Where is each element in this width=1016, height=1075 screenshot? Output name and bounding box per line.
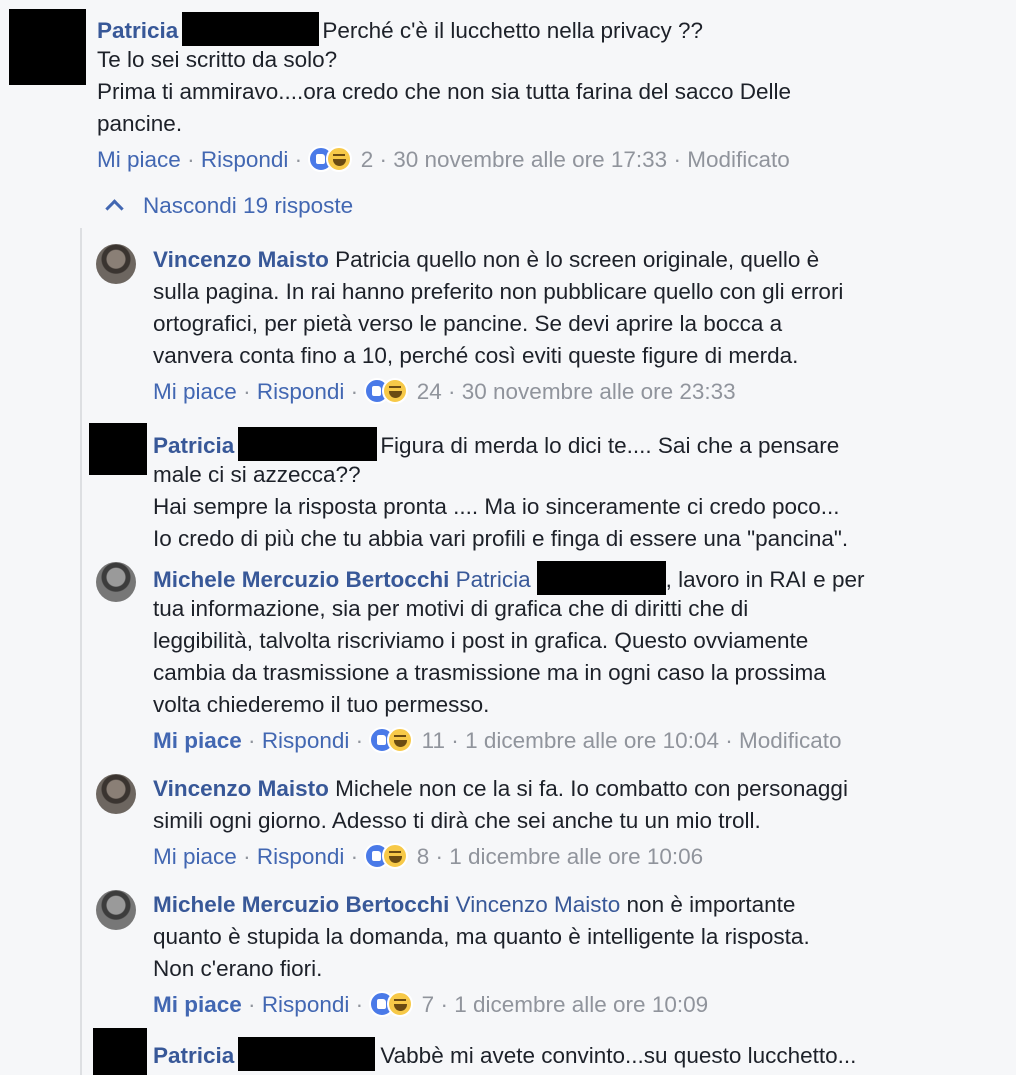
timestamp[interactable]: 1 dicembre alle ore 10:04 bbox=[465, 728, 719, 753]
haha-reaction-icon bbox=[387, 727, 414, 753]
comment-line-4: pancine. bbox=[97, 111, 183, 136]
comment-line-3: Prima ti ammiravo....ora credo che non s… bbox=[97, 79, 792, 104]
timestamp[interactable]: 30 novembre alle ore 23:33 bbox=[462, 379, 736, 404]
reaction-count[interactable]: 24 bbox=[417, 379, 442, 404]
reply-author[interactable]: Michele Mercuzio Bertocchi bbox=[153, 567, 449, 592]
reply-line-2: male ci si azzecca?? bbox=[153, 462, 361, 487]
avatar-patricia[interactable] bbox=[93, 1028, 147, 1075]
reply-line-2: tua informazione, sia per motivi di graf… bbox=[153, 596, 749, 621]
reactions-button[interactable] bbox=[369, 726, 415, 754]
avatar-patricia[interactable] bbox=[89, 423, 147, 475]
avatar-vincenzo-maisto[interactable] bbox=[96, 774, 136, 814]
chevron-up-icon bbox=[105, 199, 124, 218]
redacted-surname bbox=[182, 12, 320, 46]
reactions-button[interactable] bbox=[308, 145, 354, 173]
mention-vincenzo-maisto[interactable]: Vincenzo Maisto bbox=[456, 892, 621, 917]
haha-reaction-icon bbox=[382, 378, 409, 404]
comment-actions: Mi piace · Rispondi · 2 · 30 novembre al… bbox=[97, 145, 790, 173]
reply-button[interactable]: Rispondi bbox=[201, 147, 289, 172]
reply-line-3: Non c'erano fiori. bbox=[153, 956, 323, 981]
reply-author[interactable]: Vincenzo Maisto bbox=[153, 776, 329, 801]
reply-button[interactable]: Rispondi bbox=[262, 992, 350, 1017]
mention-patricia[interactable]: Patricia bbox=[456, 567, 531, 592]
like-button[interactable]: Mi piace bbox=[153, 728, 242, 753]
reply-author[interactable]: Michele Mercuzio Bertocchi bbox=[153, 892, 449, 917]
replies-thread-line bbox=[80, 228, 82, 1075]
timestamp[interactable]: 1 dicembre alle ore 10:06 bbox=[449, 844, 703, 869]
like-button[interactable]: Mi piace bbox=[153, 844, 237, 869]
comment-line-1: Patricia Perché c'è il lucchetto nella pr… bbox=[97, 12, 703, 47]
reply-line-3: leggibilità, talvolta riscriviamo i post… bbox=[153, 628, 809, 653]
comment-line-2: Te lo sei scritto da solo? bbox=[97, 47, 338, 72]
reactions-button[interactable] bbox=[369, 990, 415, 1018]
reply-line-3: ortografici, per pietà verso le pancine.… bbox=[153, 311, 783, 336]
reply-line-2: sulla pagina. In rai hanno preferito non… bbox=[153, 279, 844, 304]
like-button[interactable]: Mi piace bbox=[153, 992, 242, 1017]
comment-author[interactable]: Patricia bbox=[97, 18, 178, 43]
timestamp[interactable]: 30 novembre alle ore 17:33 bbox=[393, 147, 667, 172]
reply-author[interactable]: Patricia bbox=[153, 1043, 234, 1068]
avatar-patricia[interactable] bbox=[9, 9, 86, 85]
reply-line-5: volta chiederemo il tuo permesso. bbox=[153, 692, 490, 717]
haha-reaction-icon bbox=[387, 991, 414, 1017]
reply-line-1: Michele Mercuzio Bertocchi Patricia, lav… bbox=[153, 561, 864, 596]
reactions-button[interactable] bbox=[364, 377, 410, 405]
avatar-michele-bertocchi[interactable] bbox=[96, 562, 136, 602]
reply-line-4: Io credo di più che tu abbia vari profil… bbox=[153, 526, 849, 551]
redacted-surname bbox=[238, 1037, 376, 1071]
reply-author[interactable]: Vincenzo Maisto bbox=[153, 247, 329, 272]
like-button[interactable]: Mi piace bbox=[153, 379, 237, 404]
timestamp[interactable]: 1 dicembre alle ore 10:09 bbox=[454, 992, 708, 1017]
reply-line-1: Vincenzo Maisto Michele non ce la si fa.… bbox=[153, 776, 848, 801]
reply-line-3: Hai sempre la risposta pronta .... Ma io… bbox=[153, 494, 840, 519]
reply-actions: Mi piace · Rispondi · 8 · 1 dicembre all… bbox=[153, 842, 704, 870]
reply-line-2: simili ogni giorno. Adesso ti dirà che s… bbox=[153, 808, 761, 833]
like-button[interactable]: Mi piace bbox=[97, 147, 181, 172]
hide-replies-toggle[interactable]: Nascondi 19 risposte bbox=[105, 193, 353, 219]
avatar-vincenzo-maisto[interactable] bbox=[96, 244, 136, 284]
edited-label[interactable]: Modificato bbox=[739, 728, 842, 753]
reply-line-2: quanto è stupida la domanda, ma quanto è… bbox=[153, 924, 810, 949]
haha-reaction-icon bbox=[326, 146, 353, 172]
reply-actions: Mi piace · Rispondi · 11 · 1 dicembre al… bbox=[153, 726, 842, 754]
redacted-surname bbox=[238, 427, 378, 461]
reactions-button[interactable] bbox=[364, 842, 410, 870]
reply-button[interactable]: Rispondi bbox=[262, 728, 350, 753]
reply-line-1: Vincenzo Maisto Patricia quello non è lo… bbox=[153, 247, 820, 272]
reaction-count[interactable]: 2 bbox=[361, 147, 374, 172]
reply-line-1: Patricia Figura di merda lo dici te.... S… bbox=[153, 427, 839, 462]
reply-line-4: cambia da trasmissione a trasmissione ma… bbox=[153, 660, 826, 685]
edited-label[interactable]: Modificato bbox=[687, 147, 790, 172]
reply-button[interactable]: Rispondi bbox=[257, 844, 345, 869]
reply-line-1: Michele Mercuzio Bertocchi Vincenzo Mais… bbox=[153, 892, 796, 917]
reply-author[interactable]: Patricia bbox=[153, 433, 234, 458]
reply-actions: Mi piace · Rispondi · 24 · 30 novembre a… bbox=[153, 377, 736, 405]
reply-button[interactable]: Rispondi bbox=[257, 379, 345, 404]
redacted-surname bbox=[536, 561, 666, 595]
reaction-count[interactable]: 11 bbox=[422, 728, 445, 753]
reply-line-1: Patricia Vabbè mi avete convinto...su que… bbox=[153, 1037, 856, 1072]
haha-reaction-icon bbox=[382, 843, 409, 869]
reaction-count[interactable]: 8 bbox=[417, 844, 430, 869]
reply-line-4: vanvera conta fino a 10, perché così evi… bbox=[153, 343, 799, 368]
avatar-michele-bertocchi[interactable] bbox=[96, 890, 136, 930]
reply-actions: Mi piace · Rispondi · 7 · 1 dicembre all… bbox=[153, 990, 709, 1018]
reaction-count[interactable]: 7 bbox=[422, 992, 435, 1017]
